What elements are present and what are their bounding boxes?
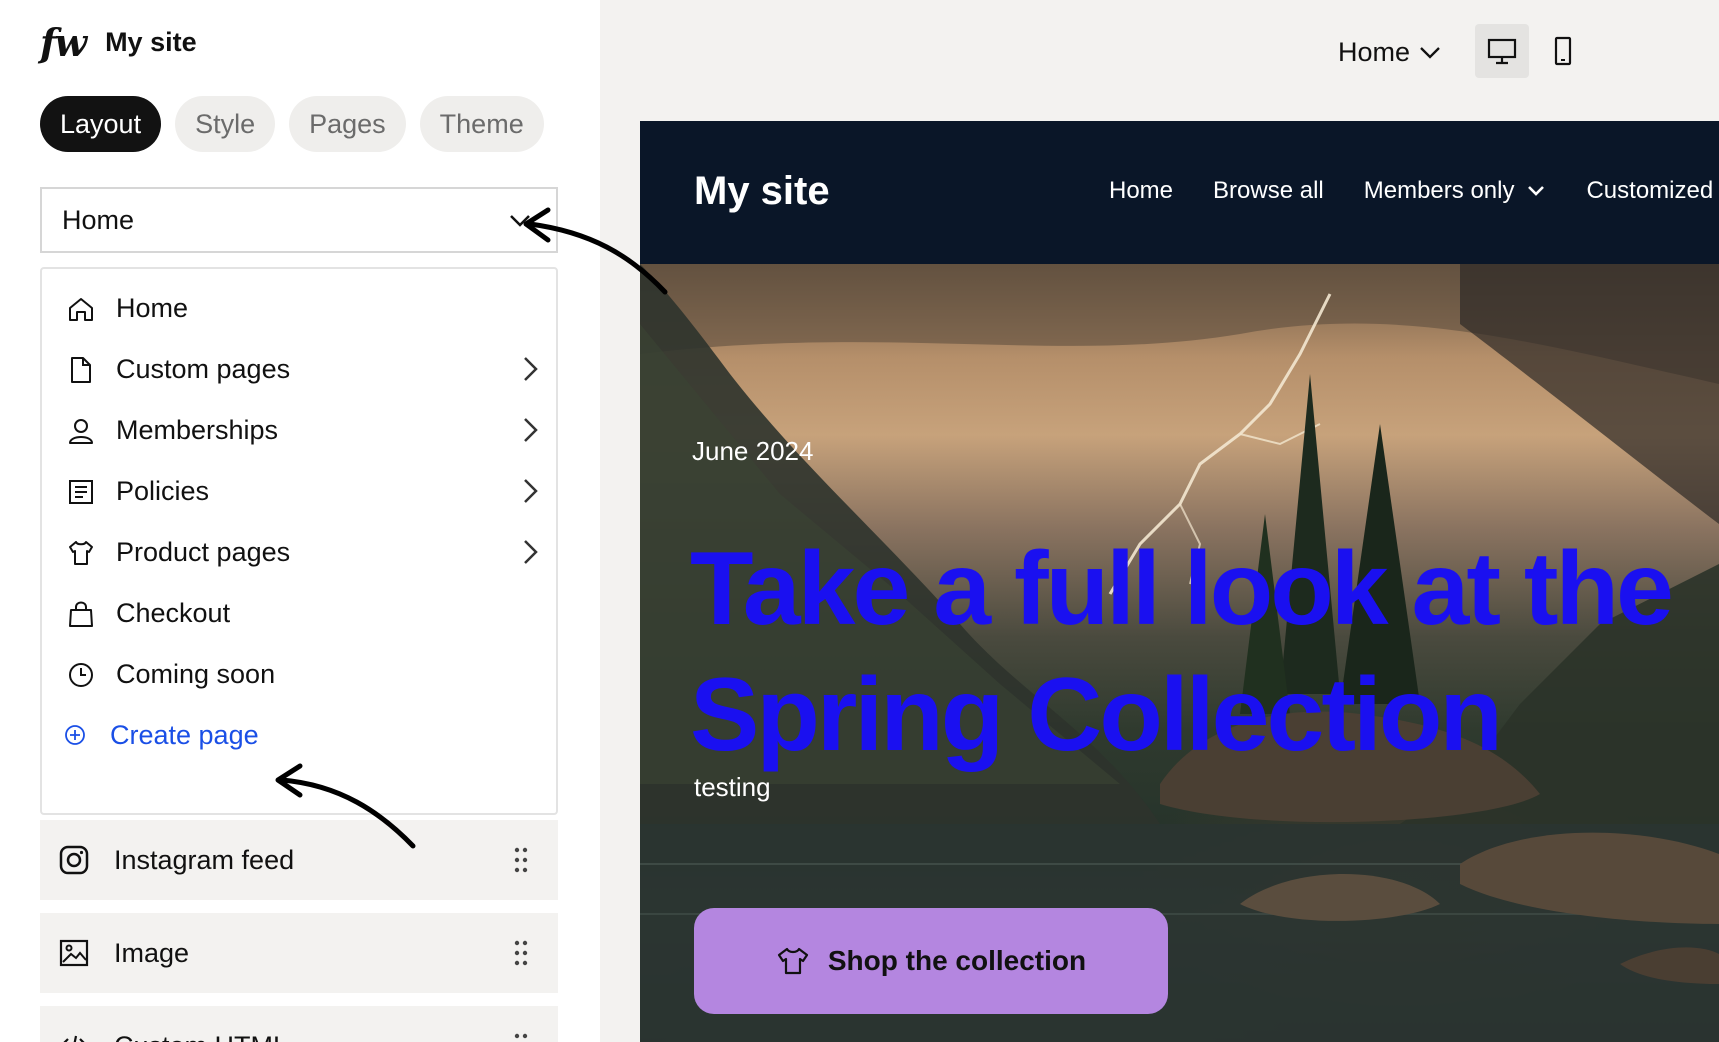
block-label: Custom HTML <box>114 1031 288 1042</box>
home-icon <box>69 298 93 321</box>
menu-item-label: Checkout <box>116 597 231 628</box>
tab-theme[interactable]: Theme <box>419 96 544 152</box>
code-icon <box>63 1035 85 1042</box>
brand: fw My site <box>40 20 197 65</box>
chevron-right-icon <box>524 418 538 442</box>
mobile-icon <box>1554 36 1572 66</box>
block-image[interactable]: Image <box>40 913 558 993</box>
menu-item-label: Coming soon <box>116 658 276 689</box>
user-icon <box>69 419 93 444</box>
menu-item-coming-soon[interactable]: Coming soon <box>42 641 556 707</box>
editor-panel: fw My site Layout Style Pages Theme Home… <box>0 0 600 1042</box>
hero-date: June 2024 <box>692 436 814 466</box>
site-preview: My site Home Browse all Members only Cus… <box>640 121 1719 1042</box>
chevron-right-icon <box>524 479 538 503</box>
page-select-value: Home <box>62 204 135 235</box>
drag-handle-icon[interactable] <box>514 940 528 966</box>
nav-link-customized[interactable]: Customized <box>1586 177 1713 205</box>
shirt-icon <box>69 541 93 565</box>
create-page-button[interactable]: Create page <box>42 702 556 768</box>
image-icon <box>59 939 89 967</box>
page-select-dropdown[interactable]: Home <box>40 187 558 253</box>
drag-handle-icon[interactable] <box>514 1033 528 1042</box>
chevron-right-icon <box>524 540 538 564</box>
nav-link-members-only[interactable]: Members only <box>1364 177 1547 205</box>
desktop-icon <box>1487 38 1517 65</box>
shopping-bag-icon <box>69 601 93 627</box>
shop-collection-label: Shop the collection <box>827 945 1087 976</box>
hero-title-line-2: Spring Collection <box>690 657 1503 773</box>
menu-item-policies[interactable]: Policies <box>42 458 556 524</box>
block-label: Image <box>114 937 190 968</box>
nav-link-label: Members only <box>1363 177 1515 204</box>
block-label: Instagram feed <box>114 844 295 875</box>
instagram-icon <box>59 845 89 875</box>
hero-subtitle: testing <box>694 772 771 802</box>
mobile-view-button[interactable] <box>1536 24 1590 78</box>
menu-item-custom-pages[interactable]: Custom pages <box>42 336 556 402</box>
desktop-view-button[interactable] <box>1475 24 1529 78</box>
plus-circle-icon <box>65 725 85 745</box>
nav-link-home[interactable]: Home <box>1109 177 1173 205</box>
site-nav: Home Browse all Members only Customized <box>1109 177 1719 205</box>
menu-item-product-pages[interactable]: Product pages <box>42 519 556 585</box>
tab-pages[interactable]: Pages <box>289 96 406 152</box>
menu-item-home[interactable]: Home <box>42 275 556 341</box>
create-page-label: Create page <box>110 719 259 750</box>
menu-item-checkout[interactable]: Checkout <box>42 580 556 646</box>
site-name: My site <box>105 27 197 57</box>
preview-page-value: Home <box>1338 36 1411 67</box>
fw-logo[interactable]: fw <box>40 20 87 65</box>
hero-title-line-1: Take a full look at the <box>690 531 1674 647</box>
chevron-down-icon <box>1528 186 1545 196</box>
shop-collection-button[interactable]: Shop the collection <box>694 908 1168 1014</box>
chevron-down-icon <box>510 215 530 227</box>
site-header: My site Home Browse all Members only Cus… <box>640 121 1719 264</box>
menu-item-label: Memberships <box>116 414 279 445</box>
chevron-right-icon <box>524 357 538 381</box>
page-menu: Home Custom pages Memberships Policies P… <box>40 267 558 815</box>
menu-item-label: Policies <box>116 475 210 506</box>
shirt-icon <box>777 947 808 975</box>
block-instagram-feed[interactable]: Instagram feed <box>40 820 558 900</box>
menu-item-label: Home <box>116 292 189 323</box>
block-custom-html[interactable]: Custom HTML <box>40 1006 558 1042</box>
menu-item-label: Custom pages <box>116 353 291 384</box>
nav-link-browse-all[interactable]: Browse all <box>1213 177 1324 205</box>
menu-item-label: Product pages <box>116 536 291 567</box>
clock-icon <box>69 663 93 687</box>
hero-title: Take a full look at the Spring Collectio… <box>690 526 1719 778</box>
menu-item-memberships[interactable]: Memberships <box>42 397 556 463</box>
chevron-down-icon <box>1420 47 1440 59</box>
preview-page-select[interactable]: Home <box>1338 30 1442 74</box>
editor-tabs: Layout Style Pages Theme <box>40 96 544 152</box>
tab-layout[interactable]: Layout <box>40 96 162 152</box>
site-title[interactable]: My site <box>694 169 830 214</box>
list-icon <box>69 480 93 504</box>
tab-style[interactable]: Style <box>175 96 276 152</box>
drag-handle-icon[interactable] <box>514 847 528 873</box>
document-icon <box>71 357 91 383</box>
